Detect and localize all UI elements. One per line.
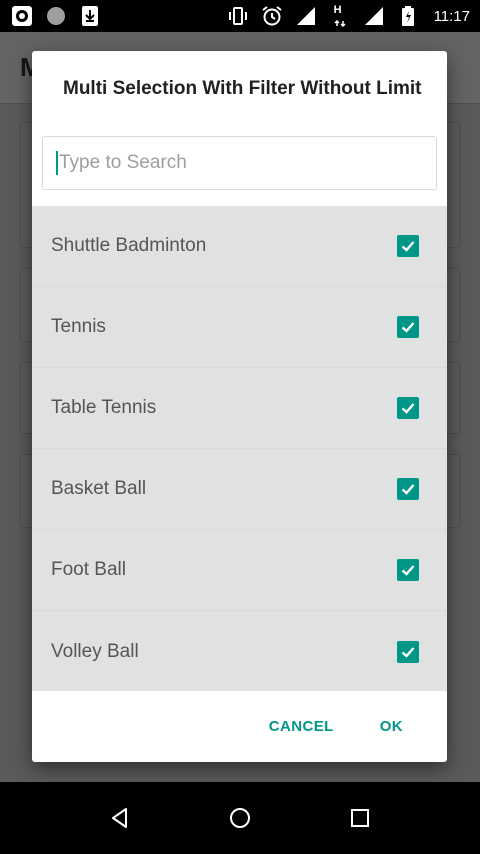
search-input[interactable] bbox=[59, 152, 419, 174]
checkmark-icon bbox=[401, 241, 415, 252]
cancel-button[interactable]: CANCEL bbox=[269, 718, 334, 735]
search-box[interactable] bbox=[42, 136, 437, 190]
checkbox[interactable] bbox=[397, 235, 419, 257]
list-item-label: Foot Ball bbox=[51, 559, 126, 580]
list-item[interactable]: Basket Ball bbox=[32, 449, 447, 530]
checkbox[interactable] bbox=[397, 316, 419, 338]
back-icon[interactable] bbox=[100, 798, 140, 838]
status-bar: H 11:17 bbox=[0, 0, 480, 32]
circle-icon bbox=[44, 4, 68, 28]
list-item-label: Tennis bbox=[51, 316, 106, 337]
home-icon[interactable] bbox=[220, 798, 260, 838]
download-icon bbox=[78, 4, 102, 28]
dialog-title: Multi Selection With Filter Without Limi… bbox=[63, 78, 422, 99]
list-item[interactable]: Volley Ball bbox=[32, 611, 447, 692]
checkmark-icon bbox=[401, 484, 415, 495]
checkbox[interactable] bbox=[397, 478, 419, 500]
checkmark-icon bbox=[401, 322, 415, 333]
recents-icon[interactable] bbox=[340, 798, 380, 838]
list-item-label: Table Tennis bbox=[51, 397, 157, 418]
list-item-label: Volley Ball bbox=[51, 640, 139, 662]
checkbox[interactable] bbox=[397, 640, 419, 663]
list-item-label: Basket Ball bbox=[51, 478, 147, 499]
checkmark-icon bbox=[401, 565, 415, 576]
checkmark-icon bbox=[401, 646, 415, 658]
navigation-bar bbox=[0, 782, 480, 854]
vibrate-icon bbox=[226, 4, 250, 28]
record-icon bbox=[10, 4, 34, 28]
battery-icon bbox=[396, 4, 420, 28]
ok-button[interactable]: OK bbox=[380, 718, 403, 735]
dialog-actions: CANCEL OK bbox=[32, 691, 447, 762]
list-item[interactable]: Shuttle Badminton bbox=[32, 206, 447, 287]
network-type-label: H bbox=[333, 4, 342, 16]
checkbox[interactable] bbox=[397, 397, 419, 419]
status-time: 11:17 bbox=[433, 7, 470, 25]
signal-h-icon: H bbox=[328, 4, 352, 28]
list-item[interactable]: Tennis bbox=[32, 287, 447, 368]
option-list: Shuttle Badminton Tennis Table Tennis Ba… bbox=[32, 206, 447, 691]
checkmark-icon bbox=[401, 403, 415, 414]
list-item[interactable]: Table Tennis bbox=[32, 368, 447, 449]
status-bar-left bbox=[10, 4, 102, 28]
text-cursor bbox=[56, 151, 58, 175]
alarm-icon bbox=[260, 4, 284, 28]
checkbox[interactable] bbox=[397, 559, 419, 581]
multi-select-dialog: Multi Selection With Filter Without Limi… bbox=[32, 51, 447, 762]
status-bar-right: H 11:17 bbox=[226, 4, 470, 28]
signal-icon bbox=[362, 4, 386, 28]
list-item-label: Shuttle Badminton bbox=[51, 235, 207, 256]
signal-icon bbox=[294, 4, 318, 28]
list-item[interactable]: Foot Ball bbox=[32, 530, 447, 611]
